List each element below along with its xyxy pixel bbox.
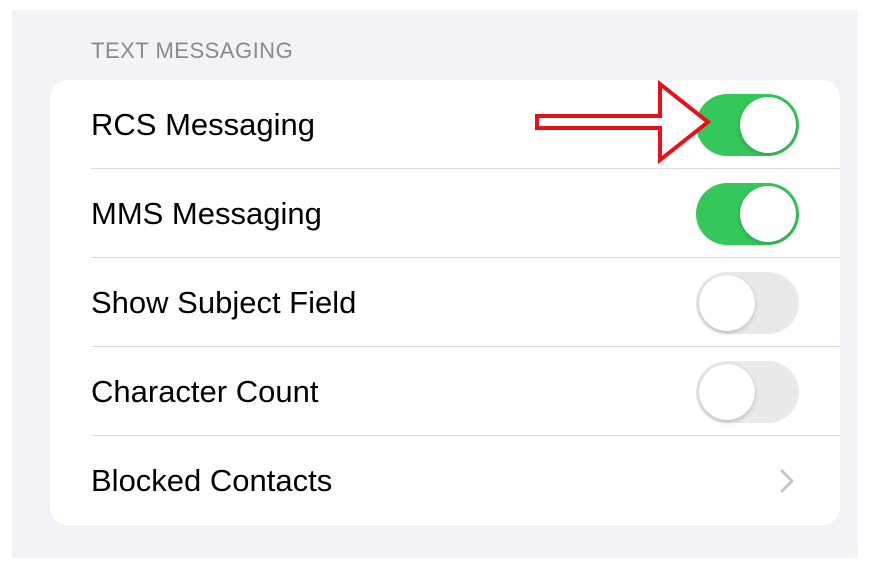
row-label: Show Subject Field (91, 284, 357, 320)
row-label: MMS Messaging (91, 195, 322, 231)
row-blocked-contacts[interactable]: Blocked Contacts (50, 436, 840, 525)
chevron-right-icon (780, 469, 794, 492)
mms-messaging-toggle[interactable] (696, 182, 799, 245)
row-show-subject-field: Show Subject Field (50, 258, 840, 347)
toggle-knob (740, 96, 796, 153)
toggle-knob (699, 363, 755, 420)
row-rcs-messaging: RCS Messaging (50, 80, 840, 169)
row-character-count: Character Count (50, 347, 840, 436)
row-label: Character Count (91, 373, 319, 409)
show-subject-field-toggle[interactable] (696, 271, 799, 334)
character-count-toggle[interactable] (696, 360, 799, 423)
settings-screen: TEXT MESSAGING RCS Messaging MMS Messagi… (12, 10, 858, 558)
row-label: Blocked Contacts (91, 462, 333, 498)
text-messaging-group: RCS Messaging MMS Messaging Show Subject… (50, 80, 840, 525)
rcs-messaging-toggle[interactable] (696, 93, 799, 156)
row-label: RCS Messaging (91, 106, 315, 142)
section-header: TEXT MESSAGING (91, 38, 294, 63)
toggle-knob (699, 274, 755, 331)
row-mms-messaging: MMS Messaging (50, 169, 840, 258)
toggle-knob (740, 185, 796, 242)
